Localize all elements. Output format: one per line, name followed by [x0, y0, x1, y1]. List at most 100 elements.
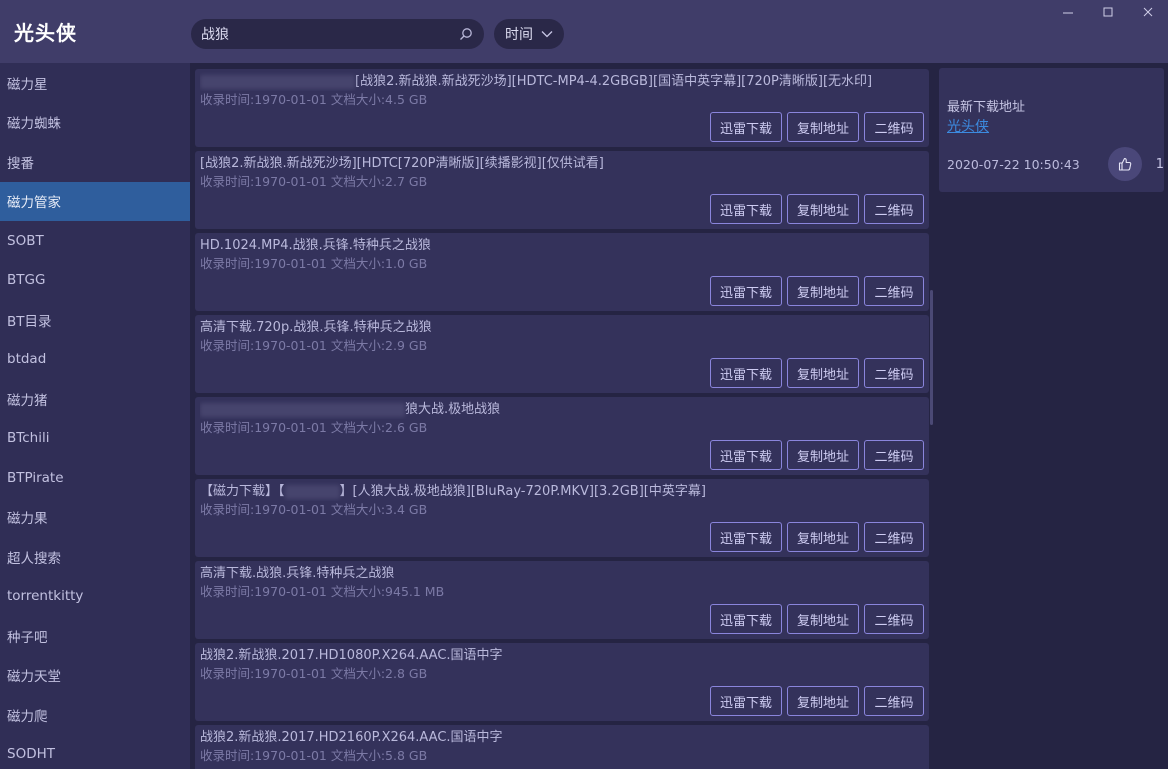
copy-address-button[interactable]: 复制地址 — [787, 522, 859, 552]
copy-address-button[interactable]: 复制地址 — [787, 194, 859, 224]
chevron-down-icon — [541, 26, 553, 42]
qrcode-button[interactable]: 二维码 — [864, 276, 924, 306]
sidebar-item[interactable]: 磁力天堂 — [0, 656, 190, 696]
result-meta: 收录时间:1970-01-01 文档大小:945.1 MB — [200, 584, 445, 599]
result-card: 狼大战.极地战狼 收录时间:1970-01-01 文档大小:2.6 GB 迅雷下… — [195, 397, 929, 475]
card-actions: 迅雷下载 复制地址 二维码 — [710, 194, 924, 224]
result-title: 【磁力下载】【 】[人狼大战.极地战狼][BluRay-720P.MKV][3.2… — [200, 484, 706, 499]
thunder-download-button[interactable]: 迅雷下载 — [710, 112, 782, 142]
sidebar-item[interactable]: 超人搜索 — [0, 537, 190, 577]
close-icon[interactable] — [1128, 0, 1168, 24]
result-card: [战狼2.新战狼.新战死沙场][HDTC[720P清晰版][续播影视][仅供试看… — [195, 151, 929, 229]
thunder-download-button[interactable]: 迅雷下载 — [710, 276, 782, 306]
results-list: [战狼2.新战狼.新战死沙场][HDTC-MP4-4.2GBGB][国语中英字幕… — [195, 69, 929, 769]
result-card: HD.1024.MP4.战狼.兵锋.特种兵之战狼 收录时间:1970-01-01… — [195, 233, 929, 311]
sidebar-item[interactable]: 磁力星 — [0, 63, 190, 103]
sort-dropdown[interactable]: 时间 — [494, 19, 564, 49]
sidebar-item[interactable]: 搜番 — [0, 142, 190, 182]
result-meta: 收录时间:1970-01-01 文档大小:5.8 GB — [200, 748, 428, 763]
result-title: 狼大战.极地战狼 — [200, 400, 924, 419]
panel-date: 2020-07-22 10:50:43 — [947, 156, 1080, 172]
qrcode-button[interactable]: 二维码 — [864, 604, 924, 634]
thunder-download-button[interactable]: 迅雷下载 — [710, 522, 782, 552]
result-card: 高清下载.720p.战狼.兵锋.特种兵之战狼 收录时间:1970-01-01 文… — [195, 315, 929, 393]
like-count: 1 — [1155, 156, 1164, 172]
copy-address-button[interactable]: 复制地址 — [787, 604, 859, 634]
sidebar-item[interactable]: BTPirate — [0, 458, 190, 498]
result-card: 【磁力下载】【 】[人狼大战.极地战狼][BluRay-720P.MKV][3.2… — [195, 479, 929, 557]
result-title: 战狼2.新战狼.2017.HD2160P.X264.AAC.国语中字 — [200, 730, 503, 745]
result-title: 高清下载.战狼.兵锋.特种兵之战狼 — [200, 566, 395, 581]
result-title: [战狼2.新战狼.新战死沙场][HDTC[720P清晰版][续播影视][仅供试看… — [200, 156, 604, 171]
result-meta: 收录时间:1970-01-01 文档大小:2.9 GB — [200, 338, 428, 353]
result-meta: 收录时间:1970-01-01 文档大小:4.5 GB — [200, 92, 428, 107]
thunder-download-button[interactable]: 迅雷下载 — [710, 604, 782, 634]
qrcode-button[interactable]: 二维码 — [864, 112, 924, 142]
qrcode-button[interactable]: 二维码 — [864, 440, 924, 470]
panel-link[interactable]: 光头侠 — [947, 116, 989, 136]
result-card: 高清下载.战狼.兵锋.特种兵之战狼 收录时间:1970-01-01 文档大小:9… — [195, 561, 929, 639]
thunder-download-button[interactable]: 迅雷下载 — [710, 358, 782, 388]
result-title: 战狼2.新战狼.2017.HD1080P.X264.AAC.国语中字 — [200, 648, 503, 663]
result-meta: 收录时间:1970-01-01 文档大小:2.8 GB — [200, 666, 428, 681]
qrcode-button[interactable]: 二维码 — [864, 358, 924, 388]
sidebar-item[interactable]: SODHT — [0, 735, 190, 769]
result-meta: 收录时间:1970-01-01 文档大小:2.6 GB — [200, 420, 428, 435]
card-actions: 迅雷下载 复制地址 二维码 — [710, 522, 924, 552]
sort-dropdown-value: 时间 — [505, 27, 533, 43]
result-card: 战狼2.新战狼.2017.HD2160P.X264.AAC.国语中字 收录时间:… — [195, 725, 929, 769]
maximize-icon[interactable] — [1088, 0, 1128, 24]
result-meta: 收录时间:1970-01-01 文档大小:2.7 GB — [200, 174, 428, 189]
copy-address-button[interactable]: 复制地址 — [787, 358, 859, 388]
copy-address-button[interactable]: 复制地址 — [787, 112, 859, 142]
window-controls — [1048, 0, 1168, 24]
copy-address-button[interactable]: 复制地址 — [787, 686, 859, 716]
sidebar-item[interactable]: 磁力猪 — [0, 379, 190, 419]
thunder-download-button[interactable]: 迅雷下载 — [710, 440, 782, 470]
search-input[interactable] — [201, 26, 458, 42]
result-card: 战狼2.新战狼.2017.HD1080P.X264.AAC.国语中字 收录时间:… — [195, 643, 929, 721]
scrollbar-thumb[interactable] — [930, 290, 933, 425]
card-actions: 迅雷下载 复制地址 二维码 — [710, 440, 924, 470]
result-meta: 收录时间:1970-01-01 文档大小:1.0 GB — [200, 256, 428, 271]
thunder-download-button[interactable]: 迅雷下载 — [710, 686, 782, 716]
qrcode-button[interactable]: 二维码 — [864, 194, 924, 224]
card-actions: 迅雷下载 复制地址 二维码 — [710, 276, 924, 306]
sidebar-item[interactable]: btdad — [0, 340, 190, 380]
sidebar-item[interactable]: 磁力蜘蛛 — [0, 103, 190, 143]
app-title: 光头侠 — [14, 21, 77, 45]
minimize-icon[interactable] — [1048, 0, 1088, 24]
sidebar-item[interactable]: torrentkitty — [0, 577, 190, 617]
result-title: HD.1024.MP4.战狼.兵锋.特种兵之战狼 — [200, 238, 431, 253]
blurred-text — [200, 74, 355, 89]
thunder-download-button[interactable]: 迅雷下载 — [710, 194, 782, 224]
search-icon[interactable] — [458, 26, 474, 42]
sidebar: 磁力星 磁力蜘蛛 搜番 磁力管家 SOBT BTGG BT目录 btdad 磁力… — [0, 63, 190, 769]
card-actions: 迅雷下载 复制地址 二维码 — [710, 686, 924, 716]
panel-row: 2020-07-22 10:50:43 1 — [947, 147, 1164, 181]
sidebar-item[interactable]: BT目录 — [0, 300, 190, 340]
sidebar-item[interactable]: BTGG — [0, 261, 190, 301]
sidebar-item[interactable]: 磁力果 — [0, 498, 190, 538]
result-title: 高清下载.720p.战狼.兵锋.特种兵之战狼 — [200, 320, 432, 335]
copy-address-button[interactable]: 复制地址 — [787, 276, 859, 306]
sidebar-item[interactable]: 磁力爬 — [0, 695, 190, 735]
title-bar: 光头侠 时间 — [0, 0, 1168, 63]
card-actions: 迅雷下载 复制地址 二维码 — [710, 112, 924, 142]
sidebar-item[interactable]: BTchili — [0, 419, 190, 459]
sidebar-item-active[interactable]: 磁力管家 — [0, 181, 190, 221]
blurred-text — [284, 484, 340, 499]
latest-address-panel: 最新下载地址 光头侠 2020-07-22 10:50:43 1 — [939, 68, 1164, 192]
search-box[interactable] — [191, 19, 484, 49]
copy-address-button[interactable]: 复制地址 — [787, 440, 859, 470]
result-meta: 收录时间:1970-01-01 文档大小:3.4 GB — [200, 502, 428, 517]
sidebar-item[interactable]: 种子吧 — [0, 616, 190, 656]
sidebar-item[interactable]: SOBT — [0, 221, 190, 261]
card-actions: 迅雷下载 复制地址 二维码 — [710, 358, 924, 388]
panel-title: 最新下载地址 — [947, 100, 1026, 115]
thumbs-up-icon[interactable] — [1108, 147, 1142, 181]
result-card: [战狼2.新战狼.新战死沙场][HDTC-MP4-4.2GBGB][国语中英字幕… — [195, 69, 929, 147]
result-title: [战狼2.新战狼.新战死沙场][HDTC-MP4-4.2GBGB][国语中英字幕… — [200, 72, 924, 91]
qrcode-button[interactable]: 二维码 — [864, 686, 924, 716]
qrcode-button[interactable]: 二维码 — [864, 522, 924, 552]
